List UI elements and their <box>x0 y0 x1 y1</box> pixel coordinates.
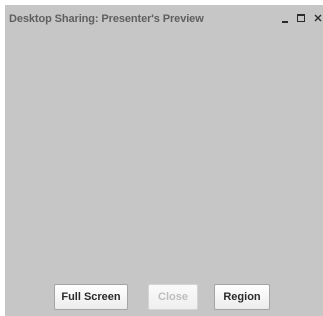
close-x-icon <box>314 14 321 22</box>
preview-area: Full Screen Close Region <box>5 27 323 316</box>
maximize-icon <box>297 14 305 22</box>
close-button: Close <box>148 284 198 310</box>
presenter-preview-window: Desktop Sharing: Presenter's Preview Ful… <box>5 5 323 316</box>
minimize-button[interactable] <box>279 11 291 25</box>
title-bar[interactable]: Desktop Sharing: Presenter's Preview <box>5 5 323 27</box>
full-screen-button[interactable]: Full Screen <box>54 284 128 310</box>
window-title: Desktop Sharing: Presenter's Preview <box>9 13 204 25</box>
window-close-button[interactable] <box>312 11 323 25</box>
minimize-icon <box>282 21 288 23</box>
maximize-button[interactable] <box>295 11 307 25</box>
region-button[interactable]: Region <box>214 284 270 310</box>
